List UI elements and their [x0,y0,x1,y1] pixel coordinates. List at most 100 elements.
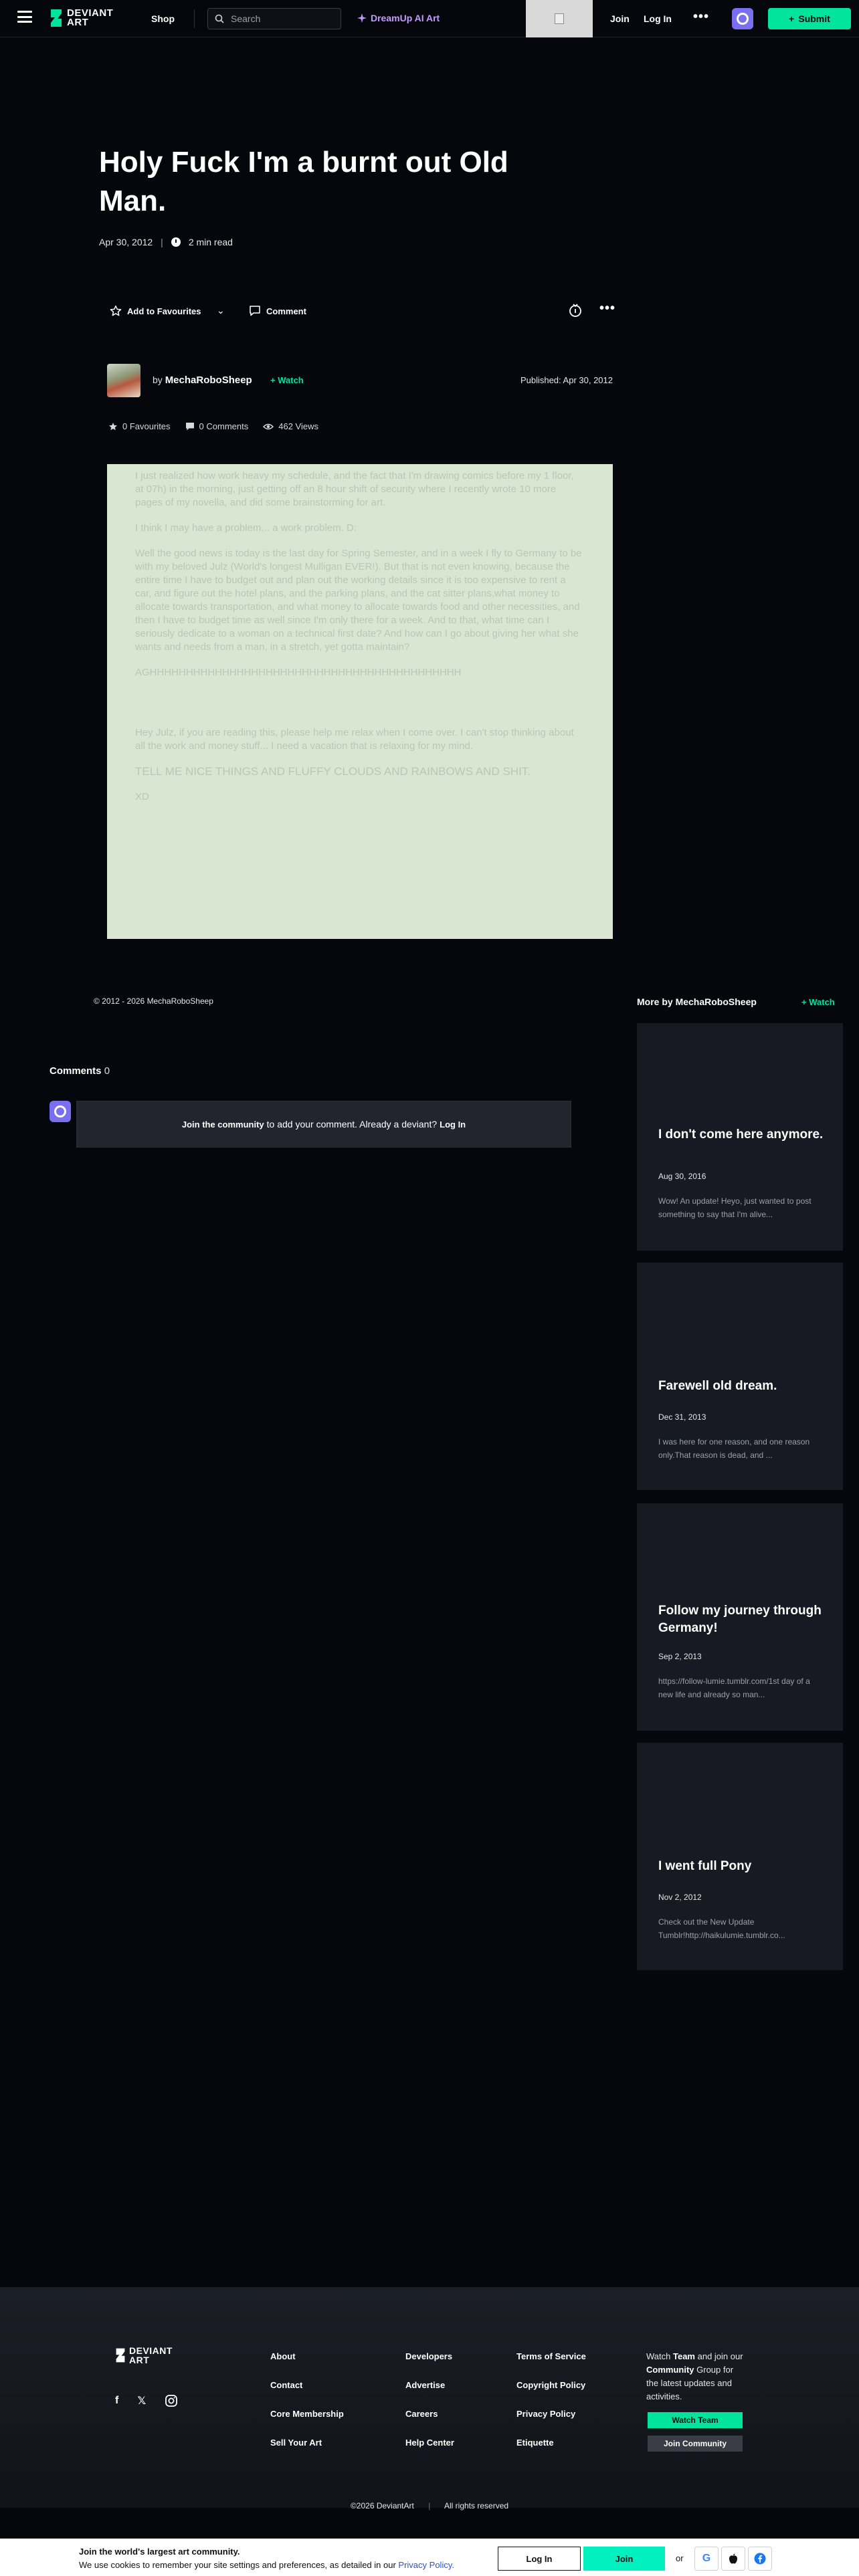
nav-join-link[interactable]: Join [610,13,630,24]
clock-icon [171,237,181,247]
more-by-card[interactable]: I don't come here anymore. Aug 30, 2016 … [637,1023,843,1251]
join-community-link[interactable]: Join the community [182,1119,264,1130]
logo-text: DEVIANT ART [67,7,114,28]
comments-count: 0 Comments [199,421,249,431]
plus-icon: + [801,997,809,1007]
dreamup-label: DreamUp AI Art [371,13,440,23]
more-options-icon[interactable]: ••• [693,9,709,25]
cookie-login-button[interactable]: Log In [498,2547,581,2571]
footer-watch-text: Watch Team and join our Community Group … [646,2350,747,2403]
article-paragraph: I just realized how work heavy my schedu… [135,470,574,508]
footer-link[interactable]: Etiquette [516,2438,586,2448]
more-options-icon[interactable]: ••• [599,301,615,316]
comments-login-link[interactable]: Log In [440,1119,466,1130]
watch-team-button[interactable]: Watch Team [648,2412,743,2428]
more-by-card[interactable]: I went full Pony Nov 2, 2012 Check out t… [637,1743,843,1970]
nav-divider [194,9,195,28]
footer-link[interactable]: Developers [405,2351,454,2361]
sidebar-watch-button[interactable]: + Watch [801,997,835,1007]
card-title: I went full Pony [658,1859,752,1873]
footer-link[interactable]: Help Center [405,2438,454,2448]
search-box[interactable] [207,8,341,29]
search-input[interactable] [231,13,331,24]
eye-icon [263,423,274,429]
card-excerpt: I was here for one reason, and one reaso… [658,1437,810,1460]
article-title: Holy Fuck I'm a burnt out Old Man. [99,146,508,217]
article-body: I just realized how work heavy my schedu… [107,464,613,939]
site-footer: DEVIANT ART f 𝕏 About Contact Core Membe… [0,2287,859,2508]
ad-placeholder [526,0,593,37]
author-row: by MechaRoboSheep + Watch Published: Apr… [107,364,613,399]
footer-link[interactable]: Copyright Policy [516,2380,586,2390]
footer-divider: | [428,2501,431,2510]
article-paragraph: TELL ME NICE THINGS AND FLUFFY CLOUDS AN… [135,765,531,778]
comment-label: Comment [266,306,306,316]
nav-shop-link[interactable]: Shop [151,13,175,24]
cookie-text: We use cookies to remember your site set… [79,2560,454,2570]
menu-icon[interactable] [17,11,32,23]
commenter-avatar [50,1101,71,1122]
instagram-icon[interactable] [165,2394,178,2407]
badge-icon[interactable] [567,302,583,318]
footer-link[interactable]: Core Membership [270,2409,344,2419]
footer-copyright: ©2026 DeviantArt [350,2501,414,2510]
meta-divider: | [161,237,163,247]
card-date: Dec 31, 2013 [658,1412,706,1422]
social-links: f 𝕏 [115,2394,178,2407]
footer-link[interactable]: Contact [270,2380,344,2390]
star-icon [110,305,122,316]
footer-link[interactable]: Sell Your Art [270,2438,344,2448]
dreamup-link[interactable]: DreamUp AI Art [357,13,440,23]
chevron-down-icon[interactable]: ⌄ [217,305,225,316]
footer-bottom: ©2026 DeviantArt | All rights reserved [0,2501,859,2510]
article-paragraph: I think I may have a problem... a work p… [135,522,357,534]
more-by-card[interactable]: Follow my journey through Germany! Sep 2… [637,1503,843,1731]
deviantart-logo[interactable]: DEVIANT ART [50,7,114,28]
card-excerpt: Check out the New Update Tumblr!http://h… [658,1917,785,1940]
card-excerpt: https://follow-lumie.tumblr.com/1st day … [658,1677,810,1699]
deviantart-logo-mark-icon [51,9,62,27]
article-actions: Add to Favourites ⌄ Comment ••• [99,301,615,322]
article-paragraph: XD [135,791,149,802]
join-comment-box: Join the community to add your comment. … [76,1101,571,1148]
footer-column: Terms of Service Copyright Policy Privac… [516,2351,586,2448]
more-by-card[interactable]: Farewell old dream. Dec 31, 2013 I was h… [637,1263,843,1490]
user-avatar[interactable] [732,8,753,29]
x-icon[interactable]: 𝕏 [137,2394,146,2407]
add-to-favourites-button[interactable]: Add to Favourites [110,305,201,317]
facebook-icon[interactable]: f [115,2395,118,2407]
privacy-policy-link[interactable]: Privacy Policy. [398,2560,454,2570]
join-community-button[interactable]: Join Community [648,2436,743,2452]
comment-button[interactable]: Comment [249,305,306,317]
footer-link[interactable]: Careers [405,2409,454,2419]
author-name-link[interactable]: MechaRoboSheep [165,374,252,386]
footer-column: About Contact Core Membership Sell Your … [270,2351,344,2448]
watch-label: Watch [278,375,304,385]
submit-button[interactable]: + Submit [768,8,851,29]
author-avatar[interactable] [107,364,140,397]
card-title: Follow my journey through Germany! [658,1604,822,1635]
watch-author-button[interactable]: + Watch [270,375,304,385]
cookie-join-button[interactable]: Join [583,2547,665,2571]
more-by-heading: More by MechaRoboSheep [637,996,757,1007]
published-date: Published: Apr 30, 2012 [520,375,613,385]
cookie-banner: Join the world's largest art community. … [0,2539,859,2576]
footer-link[interactable]: Privacy Policy [516,2409,586,2419]
footer-logo[interactable]: DEVIANT ART [115,2346,172,2365]
plus-icon: + [789,13,795,24]
apple-icon[interactable] [721,2547,745,2571]
article-copyright: © 2012 - 2026 MechaRoboSheep [94,996,213,1006]
nav-login-link[interactable]: Log In [644,13,672,24]
watch-team-text: Team [672,2351,695,2361]
facebook-icon[interactable] [748,2547,772,2571]
submit-label: Submit [798,13,830,24]
search-icon [215,14,224,23]
comment-icon [250,306,260,316]
watch-mid: and join our [697,2351,743,2361]
footer-link[interactable]: About [270,2351,344,2361]
card-date: Nov 2, 2012 [658,1893,702,1902]
footer-link[interactable]: Terms of Service [516,2351,586,2361]
google-icon[interactable]: G [694,2547,719,2571]
article-stats: 0 Favourites 0 Comments 462 Views [108,421,318,431]
footer-link[interactable]: Advertise [405,2380,454,2390]
